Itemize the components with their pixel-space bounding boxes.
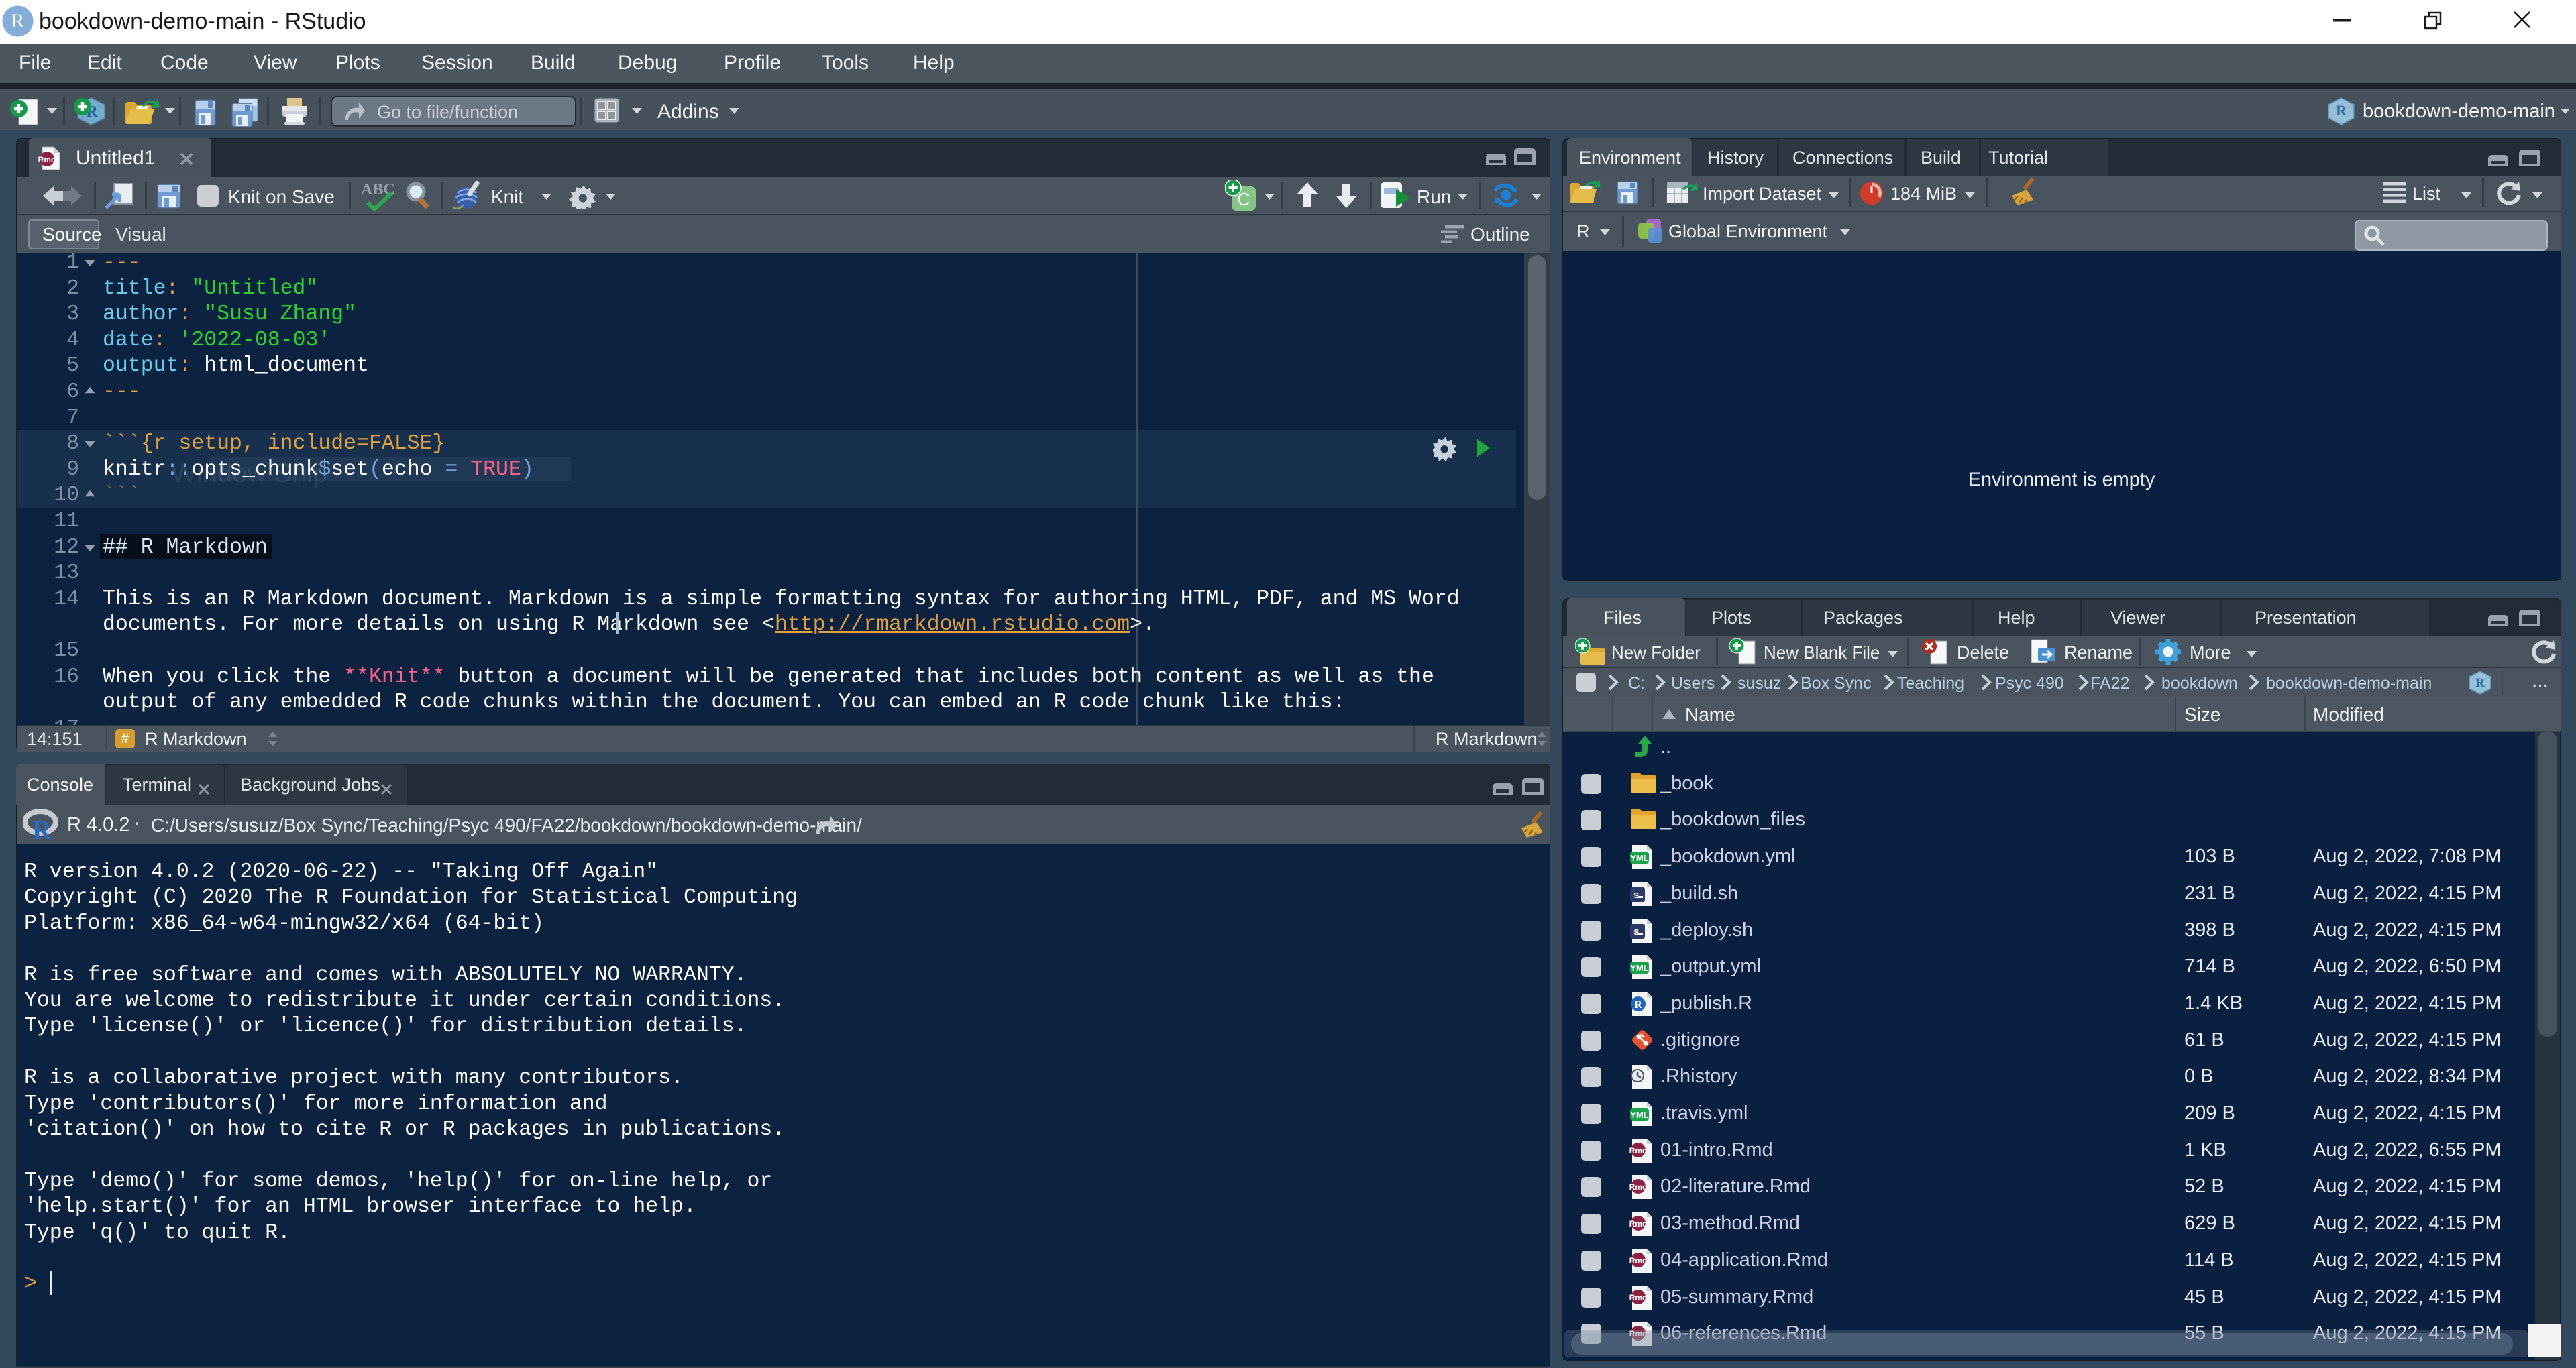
svg-text:Rmd: Rmd [1629,1182,1647,1192]
svg-text:YML: YML [1630,1110,1649,1120]
svg-text:R: R [11,10,24,32]
svg-text:R: R [2336,102,2347,119]
svg-text:Rmd: Rmd [38,155,56,164]
svg-text:R: R [2475,676,2485,690]
svg-text:s: s [1633,926,1639,937]
svg-text:Rmd: Rmd [1629,1293,1647,1302]
svg-text:YML: YML [1630,853,1649,863]
svg-text:Rmd: Rmd [1629,1256,1647,1265]
svg-text:s: s [1633,889,1639,901]
svg-text:Rmd: Rmd [1629,1219,1647,1229]
svg-text:YML: YML [1630,963,1649,973]
svg-text:R: R [32,815,52,842]
svg-text:R: R [1634,999,1642,1011]
svg-text:Rmd: Rmd [1629,1146,1647,1155]
